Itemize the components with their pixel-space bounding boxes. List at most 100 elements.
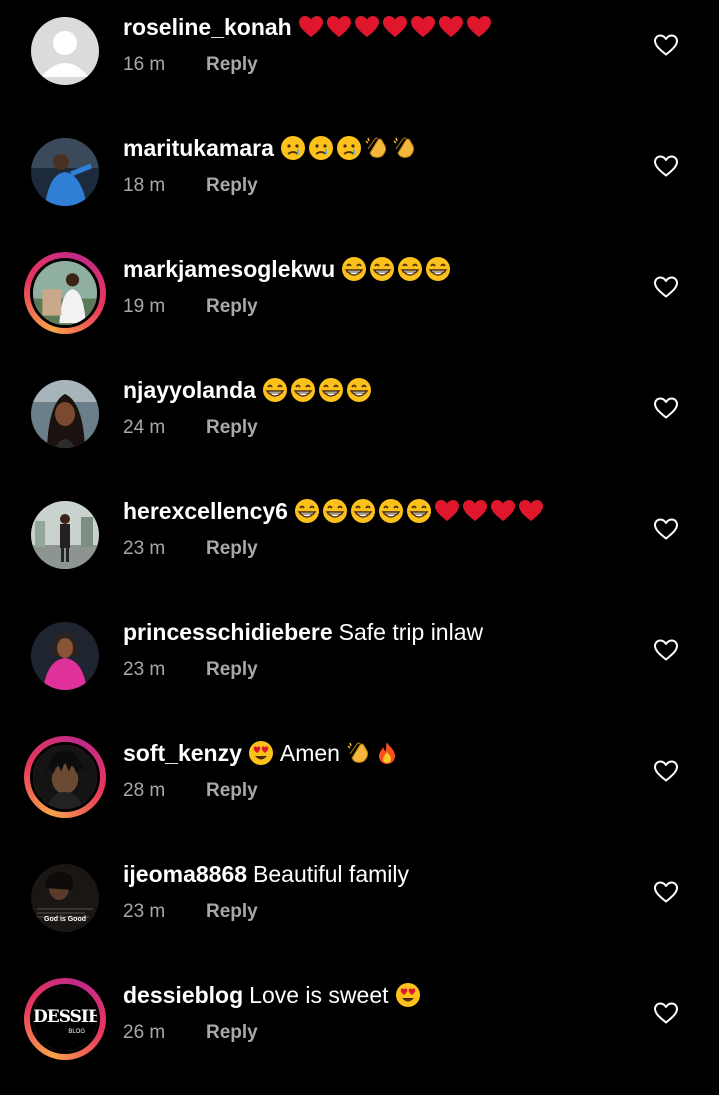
reply-button[interactable]: Reply <box>206 1022 258 1044</box>
comment-row: markjamesoglekwu 19 m Reply <box>0 248 719 369</box>
comment-timestamp: 19 m <box>123 296 166 317</box>
emoji-group <box>248 740 274 766</box>
comment-meta: 23 m Reply <box>123 538 258 560</box>
avatar-image <box>31 380 99 448</box>
like-heart-icon[interactable] <box>653 759 679 783</box>
comment-meta: 19 m Reply <box>123 296 258 318</box>
comment-row: God is Good ijeoma8868 Beautiful family 23 … <box>0 853 719 974</box>
username-link[interactable]: roseline_konah <box>123 14 292 40</box>
cry-emoji-icon <box>308 135 334 161</box>
comment-row: roseline_konah 16 m Reply <box>0 6 719 127</box>
avatar[interactable] <box>24 615 106 697</box>
username-link[interactable]: ijeoma8868 <box>123 861 247 887</box>
like-heart-icon[interactable] <box>653 33 679 57</box>
avatar[interactable] <box>24 10 106 92</box>
grin-emoji-icon <box>294 498 320 524</box>
comment-timestamp: 16 m <box>123 54 166 75</box>
heart-emoji-icon <box>298 14 324 40</box>
comment-body: maritukamara <box>123 135 418 161</box>
grin-emoji-icon <box>378 498 404 524</box>
comment-body: dessieblog Love is sweet <box>123 982 421 1008</box>
avatar-image <box>31 138 99 206</box>
like-heart-icon[interactable] <box>653 638 679 662</box>
avatar-image: God is Good <box>31 864 99 932</box>
comment-timestamp: 18 m <box>123 175 166 196</box>
heart-eyes-emoji-icon <box>248 740 274 766</box>
avatar[interactable] <box>24 373 106 455</box>
username-link[interactable]: herexcellency6 <box>123 498 288 524</box>
avatar-image <box>31 622 99 690</box>
username-link[interactable]: dessieblog <box>123 982 243 1008</box>
avatar-with-story-ring[interactable] <box>24 736 106 818</box>
like-heart-icon[interactable] <box>653 154 679 178</box>
comment-body: markjamesoglekwu <box>123 256 451 282</box>
username-link[interactable]: njayyolanda <box>123 377 256 403</box>
like-heart-icon[interactable] <box>653 517 679 541</box>
grin-emoji-icon <box>341 256 367 282</box>
like-heart-icon[interactable] <box>653 275 679 299</box>
like-heart-icon[interactable] <box>653 1001 679 1025</box>
comments-list: roseline_konah 16 m Reply maritukamara 18 m R… <box>0 0 719 1073</box>
reply-button[interactable]: Reply <box>206 296 258 318</box>
comment-row: DESSIE BLOG dessieblog Love is sweet 26 m Rep… <box>0 974 719 1095</box>
comment-timestamp: 26 m <box>123 1022 166 1043</box>
avatar-with-story-ring[interactable]: DESSIE BLOG <box>24 978 106 1060</box>
emoji-group <box>262 377 372 403</box>
reply-button[interactable]: Reply <box>206 538 258 560</box>
heart-emoji-icon <box>434 498 460 524</box>
comment-timestamp: 24 m <box>123 417 166 438</box>
heart-eyes-emoji-icon <box>395 982 421 1008</box>
clap-emoji-icon <box>364 135 390 161</box>
reply-button[interactable]: Reply <box>206 54 258 76</box>
username-link[interactable]: maritukamara <box>123 135 274 161</box>
comment-row: soft_kenzy Amen 28 m Reply <box>0 732 719 853</box>
heart-emoji-icon <box>438 14 464 40</box>
reply-button[interactable]: Reply <box>206 901 258 923</box>
comment-timestamp: 23 m <box>123 659 166 680</box>
grin-emoji-icon <box>318 377 344 403</box>
heart-emoji-icon <box>410 14 436 40</box>
comment-body: ijeoma8868 Beautiful family <box>123 861 409 887</box>
reply-button[interactable]: Reply <box>206 780 258 802</box>
emoji-group <box>341 256 451 282</box>
avatar[interactable] <box>24 494 106 576</box>
emoji-group <box>294 498 544 524</box>
avatar[interactable] <box>24 131 106 213</box>
username-link[interactable]: markjamesoglekwu <box>123 256 335 282</box>
emoji-group <box>395 982 421 1008</box>
comment-row: njayyolanda 24 m Reply <box>0 369 719 490</box>
cry-emoji-icon <box>336 135 362 161</box>
comment-row: maritukamara 18 m Reply <box>0 127 719 248</box>
grin-emoji-icon <box>406 498 432 524</box>
comment-timestamp: 23 m <box>123 538 166 559</box>
reply-button[interactable]: Reply <box>206 417 258 439</box>
comment-meta: 18 m Reply <box>123 175 258 197</box>
username-link[interactable]: princesschidiebere <box>123 619 333 645</box>
avatar-image: DESSIE BLOG <box>30 984 100 1054</box>
heart-emoji-icon <box>518 498 544 524</box>
avatar-logo-subtext: BLOG <box>68 1029 85 1035</box>
avatar-with-story-ring[interactable] <box>24 252 106 334</box>
heart-emoji-icon <box>490 498 516 524</box>
emoji-group <box>298 14 492 40</box>
grin-emoji-icon <box>350 498 376 524</box>
cry-emoji-icon <box>280 135 306 161</box>
avatar-logo-text: DESSIE <box>33 1007 100 1027</box>
grin-emoji-icon <box>322 498 348 524</box>
heart-emoji-icon <box>326 14 352 40</box>
reply-button[interactable]: Reply <box>206 659 258 681</box>
comment-timestamp: 28 m <box>123 780 166 801</box>
username-link[interactable]: soft_kenzy <box>123 740 242 766</box>
reply-button[interactable]: Reply <box>206 175 258 197</box>
avatar-image <box>30 258 100 328</box>
comment-row: princesschidiebere Safe trip inlaw 23 m Rep… <box>0 611 719 732</box>
comment-meta: 28 m Reply <box>123 780 258 802</box>
like-heart-icon[interactable] <box>653 880 679 904</box>
avatar-image <box>31 17 99 85</box>
avatar[interactable]: God is Good <box>24 857 106 939</box>
comment-text: Beautiful family <box>253 861 409 887</box>
clap-emoji-icon <box>346 740 372 766</box>
avatar-image <box>30 742 100 812</box>
like-heart-icon[interactable] <box>653 396 679 420</box>
comment-meta: 23 m Reply <box>123 659 258 681</box>
